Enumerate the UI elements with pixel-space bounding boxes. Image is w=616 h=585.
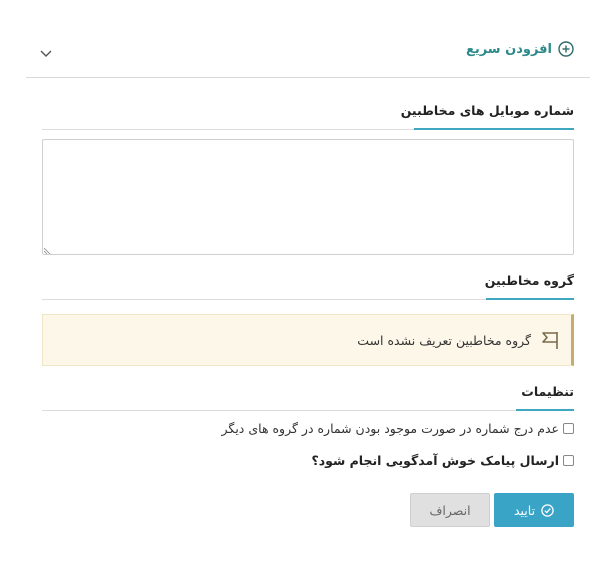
mobile-numbers-divider [42, 128, 574, 130]
quick-add-title[interactable]: افزودن سریع [466, 41, 574, 57]
contact-group-accent [486, 298, 574, 300]
welcome-sms-label: ارسال پیامک خوش آمدگویی انجام شود؟ [311, 453, 559, 468]
no-group-alert-text: گروه مخاطبین تعریف نشده است [357, 333, 531, 348]
no-group-alert: گروه مخاطبین تعریف نشده است [42, 314, 574, 366]
check-circle-icon [541, 503, 554, 517]
exclude-duplicates-label: عدم درج شماره در صورت موجود بودن شماره د… [221, 421, 559, 436]
exclude-duplicates-checkbox[interactable] [563, 423, 574, 434]
cancel-button-label: انصراف [429, 502, 471, 518]
confirm-button[interactable]: تایید [494, 493, 574, 527]
settings-accent [516, 409, 574, 411]
mobile-numbers-textarea[interactable] [42, 139, 574, 255]
exclude-duplicates-option[interactable]: عدم درج شماره در صورت موجود بودن شماره د… [222, 421, 574, 436]
contact-group-title: گروه مخاطبین [484, 273, 574, 288]
mobile-numbers-title: شماره موبایل های مخاطبین [400, 103, 574, 118]
welcome-sms-checkbox[interactable] [563, 455, 574, 466]
quick-add-header[interactable]: افزودن سریع [26, 34, 590, 78]
quick-add-label: افزودن سریع [465, 41, 552, 57]
confirm-button-label: تایید [513, 502, 536, 518]
flag-icon [542, 332, 558, 349]
settings-divider [42, 409, 574, 411]
chevron-down-icon[interactable] [39, 46, 53, 60]
contact-group-divider [42, 298, 574, 300]
mobile-numbers-accent [414, 128, 574, 130]
welcome-sms-option[interactable]: ارسال پیامک خوش آمدگویی انجام شود؟ [311, 453, 574, 468]
settings-title: تنظیمات [521, 384, 574, 399]
cancel-button[interactable]: انصراف [410, 493, 490, 527]
resize-grip-icon[interactable] [44, 246, 52, 254]
plus-circle-icon [558, 41, 574, 57]
